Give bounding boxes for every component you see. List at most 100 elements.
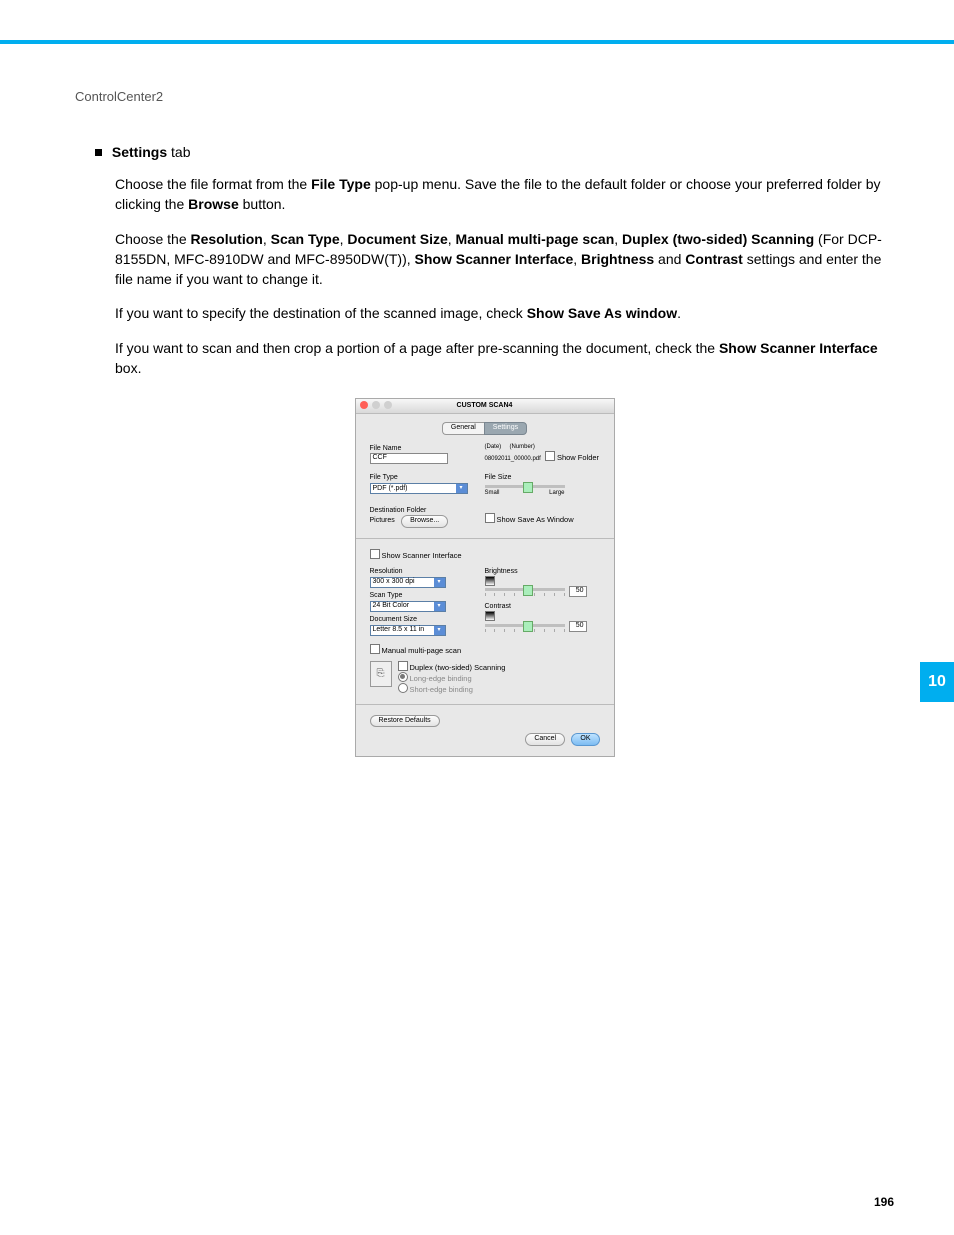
p3b: Show Save As window xyxy=(527,305,677,321)
duplex-checkbox[interactable] xyxy=(398,661,408,671)
bullet-icon xyxy=(95,149,102,156)
short-edge-label: Short-edge binding xyxy=(410,685,473,694)
contrast-icon xyxy=(485,611,495,621)
date-label: (Date) xyxy=(485,444,502,450)
paragraph-4: If you want to scan and then crop a port… xyxy=(115,338,894,379)
p2h: Manual multi-page scan xyxy=(456,231,615,247)
show-scanner-interface-checkbox[interactable] xyxy=(370,549,380,559)
contrast-value[interactable]: 50 xyxy=(569,621,587,632)
long-edge-radio[interactable] xyxy=(398,672,408,682)
breadcrumb: ControlCenter2 xyxy=(75,89,894,104)
short-edge-radio[interactable] xyxy=(398,683,408,693)
section-heading: Settings tab xyxy=(95,144,894,160)
p1b: File Type xyxy=(311,176,371,192)
dialog-footer: Cancel OK xyxy=(370,727,600,745)
slider-thumb-icon xyxy=(523,482,533,493)
tab-general[interactable]: General xyxy=(442,422,484,434)
restore-defaults-button[interactable]: Restore Defaults xyxy=(370,715,440,727)
filename-preview: 08092011_00000.pdf xyxy=(485,456,541,462)
chapter-tab: 10 xyxy=(920,662,954,702)
p2f: Document Size xyxy=(347,231,447,247)
p2i: , xyxy=(614,231,622,247)
docsize-value: Letter 8.5 x 11 in xyxy=(373,626,425,634)
p2c: , xyxy=(263,231,271,247)
slider-thumb-icon xyxy=(523,621,533,632)
resolution-label: Resolution xyxy=(370,568,485,576)
contrast-slider[interactable] xyxy=(485,624,565,627)
window-controls xyxy=(360,401,394,411)
filetype-value: PDF (*.pdf) xyxy=(373,485,408,493)
tab-settings[interactable]: Settings xyxy=(484,422,527,434)
filename-input[interactable]: CCF xyxy=(370,453,448,464)
duplex-icon: ⎘ xyxy=(370,661,392,687)
heading-rest: tab xyxy=(167,144,190,160)
docsize-select[interactable]: Letter 8.5 x 11 in ▾ xyxy=(370,625,446,636)
p4a: If you want to scan and then crop a port… xyxy=(115,340,719,356)
p2o: and xyxy=(654,251,685,267)
chevron-down-icon: ▾ xyxy=(434,626,445,635)
paragraph-2: Choose the Resolution, Scan Type, Docume… xyxy=(115,229,894,290)
chevron-down-icon: ▾ xyxy=(456,484,467,493)
tab-bar: GeneralSettings xyxy=(356,414,614,440)
filesize-label: File Size xyxy=(485,474,600,482)
heading-bold: Settings xyxy=(112,144,167,160)
destfolder-label: Destination Folder xyxy=(370,507,485,515)
p2j: Duplex (two-sided) Scanning xyxy=(622,231,814,247)
p2l: Show Scanner Interface xyxy=(415,251,574,267)
scantype-value: 24 Bit Color xyxy=(373,602,410,610)
show-save-as-checkbox[interactable] xyxy=(485,513,495,523)
brightness-slider[interactable] xyxy=(485,588,565,591)
p1e: button. xyxy=(239,196,286,212)
duplex-label: Duplex (two-sided) Scanning xyxy=(410,663,506,672)
p3c: . xyxy=(677,305,681,321)
filename-label: File Name xyxy=(370,445,485,453)
minimize-icon[interactable] xyxy=(372,401,380,409)
filesize-slider[interactable] xyxy=(485,485,565,488)
docsize-label: Document Size xyxy=(370,616,485,624)
resolution-select[interactable]: 300 x 300 dpi ▾ xyxy=(370,577,446,588)
filesize-large: Large xyxy=(549,490,564,497)
divider xyxy=(356,704,614,705)
resolution-value: 300 x 300 dpi xyxy=(373,578,415,586)
long-edge-label: Long-edge binding xyxy=(410,674,472,683)
p2p: Contrast xyxy=(685,251,743,267)
p1d: Browse xyxy=(188,196,239,212)
chevron-down-icon: ▾ xyxy=(434,602,445,611)
paragraph-3: If you want to specify the destination o… xyxy=(115,303,894,323)
scantype-select[interactable]: 24 Bit Color ▾ xyxy=(370,601,446,612)
filetype-select[interactable]: PDF (*.pdf) ▾ xyxy=(370,483,468,494)
close-icon[interactable] xyxy=(360,401,368,409)
dialog-titlebar: CUSTOM SCAN4 xyxy=(356,399,614,414)
show-folder-label: Show Folder xyxy=(557,453,599,462)
ok-button[interactable]: OK xyxy=(571,733,599,745)
page-number: 196 xyxy=(874,1195,894,1209)
divider xyxy=(356,538,614,539)
contrast-label: Contrast xyxy=(485,603,600,611)
cancel-button[interactable]: Cancel xyxy=(525,733,565,745)
show-folder-checkbox[interactable] xyxy=(545,451,555,461)
p2m: , xyxy=(573,251,581,267)
dialog-body: File Name CCF (Date) (Number) 08092011_0… xyxy=(356,441,614,756)
manual-multipage-checkbox[interactable] xyxy=(370,644,380,654)
settings-dialog: CUSTOM SCAN4 GeneralSettings File Name C… xyxy=(355,398,615,756)
scantype-label: Scan Type xyxy=(370,592,485,600)
chevron-down-icon: ▾ xyxy=(434,578,445,587)
show-scanner-interface-label: Show Scanner Interface xyxy=(382,551,462,560)
top-bar xyxy=(0,0,954,44)
browse-button[interactable]: Browse... xyxy=(401,515,448,527)
p4c: box. xyxy=(115,360,141,376)
filetype-label: File Type xyxy=(370,474,485,482)
brightness-value[interactable]: 50 xyxy=(569,586,587,597)
p3a: If you want to specify the destination o… xyxy=(115,305,527,321)
p2d: Scan Type xyxy=(271,231,340,247)
brightness-icon xyxy=(485,576,495,586)
p2a: Choose the xyxy=(115,231,191,247)
show-save-as-label: Show Save As Window xyxy=(497,515,574,524)
zoom-icon[interactable] xyxy=(384,401,392,409)
p2b: Resolution xyxy=(191,231,263,247)
p4b: Show Scanner Interface xyxy=(719,340,878,356)
p2g: , xyxy=(448,231,456,247)
page-content: ControlCenter2 Settings tab Choose the f… xyxy=(0,44,954,757)
number-label: (Number) xyxy=(510,444,535,450)
manual-multipage-label: Manual multi-page scan xyxy=(382,646,462,655)
